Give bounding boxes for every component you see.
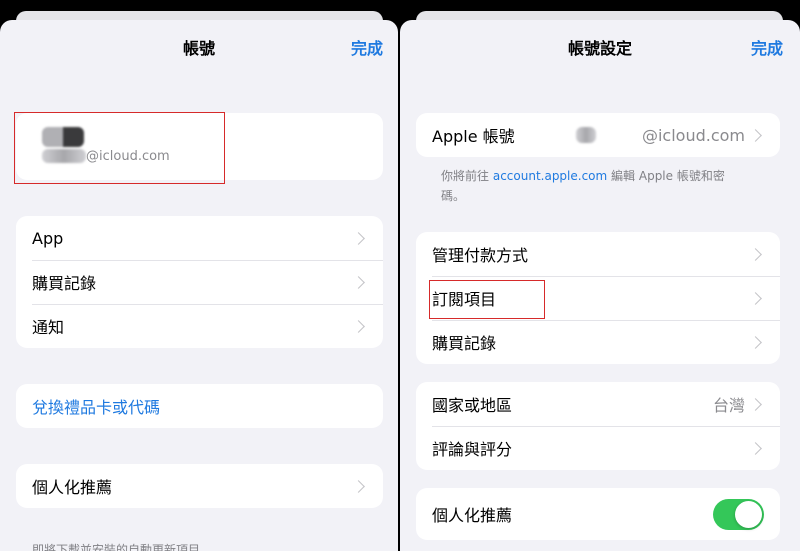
redeem-button[interactable]: 兌換禮品卡或代碼 (16, 384, 383, 428)
menu-group: App 購買記錄 通知 (16, 216, 383, 348)
chevron-right-icon (749, 441, 762, 455)
highlight-box (429, 280, 545, 319)
region-group: 國家或地區 台灣 評論與評分 (416, 382, 780, 470)
country-value: 台灣 (712, 396, 745, 415)
chevron-right-icon (352, 275, 365, 289)
account-link[interactable]: account.apple.com (493, 169, 607, 183)
apple-account-label: Apple 帳號 (432, 127, 515, 146)
account-note: 你將前往 account.apple.com 編輯 Apple 帳號和密碼。 (441, 166, 741, 206)
chevron-right-icon (352, 319, 365, 333)
page-title: 帳號設定 (567, 39, 632, 58)
page-title: 帳號 (182, 39, 215, 58)
country-label: 國家或地區 (432, 396, 513, 415)
personalized-recommendations-item: 個人化推薦 (416, 488, 780, 540)
redeem-group: 兌換禮品卡或代碼 (16, 384, 383, 428)
purchase-history-item[interactable]: 購買記錄 (416, 320, 780, 364)
toggle-knob (735, 500, 762, 528)
account-settings-panel: 帳號設定 完成 Apple 帳號 @icloud.com 你將前往 accoun… (400, 20, 800, 551)
menu-item-label: 管理付款方式 (432, 246, 529, 265)
personalized-group: 個人化推薦 (416, 488, 780, 540)
menu-item-notifications[interactable]: 通知 (16, 304, 383, 348)
manage-payment-item[interactable]: 管理付款方式 (416, 232, 780, 276)
menu-item-label: 購買記錄 (32, 274, 97, 293)
apple-account-email: @icloud.com (641, 125, 745, 145)
chevron-right-icon (352, 231, 365, 245)
done-button[interactable]: 完成 (751, 38, 783, 60)
personalized-label: 個人化推薦 (32, 478, 113, 497)
personalized-recommendations-item[interactable]: 個人化推薦 (16, 464, 383, 508)
chevron-right-icon (749, 291, 762, 305)
personalized-toggle[interactable] (713, 498, 764, 530)
personalized-label: 個人化推薦 (432, 506, 513, 525)
chevron-right-icon (749, 247, 762, 261)
apple-account-group: Apple 帳號 @icloud.com (416, 113, 780, 157)
country-region-item[interactable]: 國家或地區 台灣 (416, 382, 780, 426)
ratings-reviews-item[interactable]: 評論與評分 (416, 426, 780, 470)
note-prefix: 你將前往 (441, 169, 490, 183)
chevron-right-icon (749, 335, 762, 349)
menu-item-purchase-history[interactable]: 購買記錄 (16, 260, 383, 304)
menu-item-label: 通知 (32, 318, 65, 337)
ratings-label: 評論與評分 (432, 440, 513, 459)
account-panel: 帳號 完成 @icloud.com App 購買記錄 通知 兌換禮品卡或代碼 個… (0, 20, 398, 551)
apple-account-item[interactable]: Apple 帳號 @icloud.com (416, 113, 780, 157)
highlight-box (14, 112, 225, 184)
chevron-right-icon (749, 128, 762, 142)
menu-item-label: 購買記錄 (432, 334, 497, 353)
chevron-right-icon (352, 479, 365, 493)
chevron-right-icon (749, 397, 762, 411)
personalized-group: 個人化推薦 (16, 464, 383, 508)
menu-item-app[interactable]: App (16, 216, 383, 260)
redacted-email-prefix (575, 127, 596, 143)
done-button[interactable]: 完成 (351, 38, 383, 60)
auto-update-footnote: 即將下載並安裝的自動更新項目 (32, 543, 201, 551)
redeem-label: 兌換禮品卡或代碼 (32, 398, 161, 417)
menu-item-label: App (32, 228, 64, 248)
